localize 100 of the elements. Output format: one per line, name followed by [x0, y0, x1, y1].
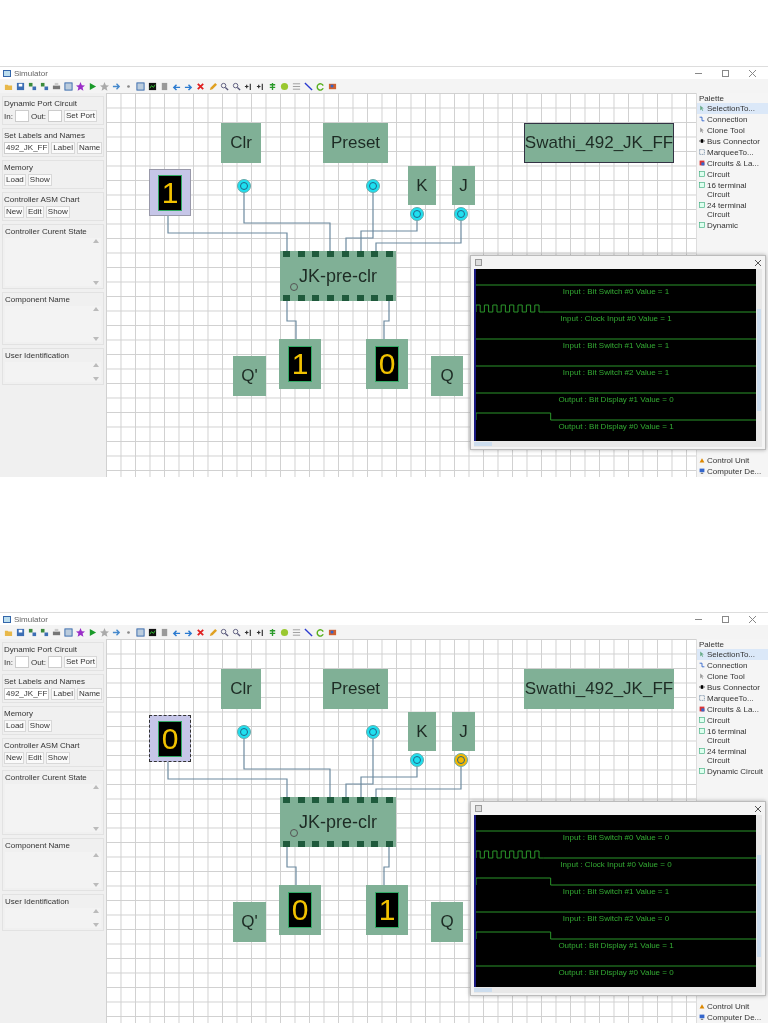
step-icon[interactable]: [256, 81, 265, 91]
input-port[interactable]: [454, 753, 468, 767]
network-icon[interactable]: [28, 627, 37, 637]
input-port[interactable]: [237, 179, 251, 193]
palette-item[interactable]: 16 terminal Circuit: [697, 726, 768, 746]
switch-display[interactable]: 1: [149, 169, 191, 216]
zoom-icon[interactable]: [220, 81, 229, 91]
input-field[interactable]: [14, 656, 29, 668]
panel-button[interactable]: Load: [4, 174, 26, 186]
scroll-down-icon[interactable]: [93, 337, 99, 342]
palette-item[interactable]: Circuit: [697, 169, 768, 180]
star-icon[interactable]: [100, 627, 109, 637]
palette-item[interactable]: Connection: [697, 114, 768, 125]
scroll-up-icon[interactable]: [93, 852, 99, 857]
network-icon[interactable]: [40, 627, 49, 637]
palette-item[interactable]: Bus Connector: [697, 136, 768, 147]
line-icon[interactable]: [304, 627, 313, 637]
line-icon[interactable]: [304, 81, 313, 91]
scroll-up-icon[interactable]: [93, 908, 99, 913]
delete-icon[interactable]: [196, 627, 205, 637]
close-icon[interactable]: [749, 69, 756, 77]
palette-item[interactable]: Control Unit: [697, 455, 768, 466]
palette-item[interactable]: SelectionTo...: [697, 649, 768, 660]
play-icon[interactable]: [88, 81, 97, 91]
palette-item[interactable]: SelectionTo...: [697, 103, 768, 114]
maximize-icon[interactable]: [722, 69, 729, 77]
zoom-icon[interactable]: [220, 627, 229, 637]
panel-button[interactable]: Label: [51, 688, 75, 700]
panel-button[interactable]: Show: [27, 174, 52, 186]
save-icon[interactable]: [16, 81, 25, 91]
window-icon[interactable]: [64, 81, 73, 91]
scroll-up-icon[interactable]: [93, 306, 99, 311]
panel-button[interactable]: Edit: [26, 752, 44, 764]
scrollbar[interactable]: [474, 441, 762, 447]
scroll-up-icon[interactable]: [93, 784, 99, 789]
input-field[interactable]: 492_JK_FF: [4, 688, 50, 700]
close-icon[interactable]: [755, 805, 761, 812]
zoom-icon[interactable]: [232, 627, 241, 637]
palette-item[interactable]: Circuit: [697, 715, 768, 726]
step-icon[interactable]: [256, 627, 265, 637]
palette-item[interactable]: Circuits & La...: [697, 158, 768, 169]
network-icon[interactable]: [28, 81, 37, 91]
input-port[interactable]: [237, 725, 251, 739]
palette-item[interactable]: Circuits & La...: [697, 704, 768, 715]
star-icon[interactable]: [100, 81, 109, 91]
scrollbar[interactable]: [756, 269, 762, 441]
panel-button[interactable]: Show: [27, 720, 52, 732]
input-field[interactable]: [48, 656, 63, 668]
palette-item[interactable]: Connection: [697, 660, 768, 671]
maximize-icon[interactable]: [722, 615, 729, 623]
chip-icon[interactable]: [148, 627, 157, 637]
panel-button[interactable]: Set Port: [64, 110, 97, 122]
palette-item[interactable]: Bus Connector: [697, 682, 768, 693]
save-icon[interactable]: [16, 627, 25, 637]
input-port[interactable]: [410, 207, 424, 221]
scroll-up-icon[interactable]: [93, 238, 99, 243]
scroll-down-icon[interactable]: [93, 923, 99, 928]
star-icon[interactable]: [76, 627, 85, 637]
chip-icon[interactable]: [148, 81, 157, 91]
panel-button[interactable]: Show: [45, 752, 70, 764]
step-icon[interactable]: [244, 81, 253, 91]
zoom-icon[interactable]: [232, 81, 241, 91]
panel-button[interactable]: Show: [45, 206, 70, 218]
palette-item[interactable]: Computer De...: [697, 1012, 768, 1023]
panel-button[interactable]: New: [4, 206, 24, 218]
palette-item[interactable]: Dynamic: [697, 220, 768, 231]
palette-icon[interactable]: [328, 627, 337, 637]
input-field[interactable]: [48, 110, 63, 122]
input-port[interactable]: [366, 725, 380, 739]
panel-button[interactable]: Edit: [26, 206, 44, 218]
step-icon[interactable]: [244, 627, 253, 637]
scrollbar[interactable]: [756, 815, 762, 987]
play-icon[interactable]: [88, 627, 97, 637]
panel-button[interactable]: Name: [76, 142, 103, 154]
arrow-icon[interactable]: [112, 81, 121, 91]
palette-item[interactable]: Dynamic Circuit: [697, 766, 768, 777]
close-icon[interactable]: [755, 259, 761, 266]
scroll-down-icon[interactable]: [93, 827, 99, 832]
input-port[interactable]: [454, 207, 468, 221]
switch-display[interactable]: 0: [149, 715, 191, 762]
palette-item[interactable]: 24 terminal Circuit: [697, 200, 768, 220]
delete-icon[interactable]: [196, 81, 205, 91]
scroll-up-icon[interactable]: [93, 362, 99, 367]
palette-item[interactable]: Control Unit: [697, 1001, 768, 1012]
scrollbar[interactable]: [474, 987, 762, 993]
palette-item[interactable]: Computer De...: [697, 466, 768, 477]
palette-item[interactable]: Clone Tool: [697, 671, 768, 682]
panel-button[interactable]: Name: [76, 688, 103, 700]
input-port[interactable]: [410, 753, 424, 767]
input-port[interactable]: [366, 179, 380, 193]
panel-button[interactable]: Set Port: [64, 656, 97, 668]
bulb-icon[interactable]: [280, 81, 289, 91]
palette-item[interactable]: MarqueeTo...: [697, 693, 768, 704]
scroll-down-icon[interactable]: [93, 281, 99, 286]
input-field[interactable]: 492_JK_FF: [4, 142, 50, 154]
palette-icon[interactable]: [328, 81, 337, 91]
scroll-down-icon[interactable]: [93, 377, 99, 382]
print-icon[interactable]: [52, 81, 61, 91]
panel-button[interactable]: New: [4, 752, 24, 764]
scroll-down-icon[interactable]: [93, 883, 99, 888]
